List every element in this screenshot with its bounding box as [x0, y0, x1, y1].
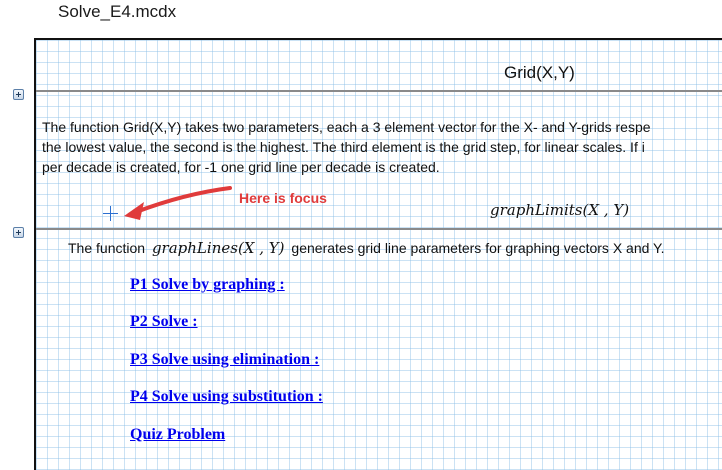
region-separator — [36, 90, 722, 92]
math-function-name: graphLines — [151, 239, 238, 257]
text-segment: generates grid line parameters for graph… — [291, 240, 665, 256]
link-p2-solve[interactable]: P2 Solve : — [130, 313, 198, 331]
region-separator — [36, 228, 722, 230]
description-paragraph: The function Grid(X,Y) takes two paramet… — [42, 117, 722, 177]
math-expression[interactable]: graphLimits(X , Y) — [490, 201, 629, 219]
expand-region-icon[interactable] — [13, 227, 24, 238]
math-arguments: (X , Y) — [582, 201, 630, 219]
math-function-name: graphLimits — [490, 201, 583, 219]
text-segment: The function — [68, 240, 146, 256]
link-p4-solve-substitution[interactable]: P4 Solve using substitution : — [130, 388, 323, 406]
link-quiz-problem[interactable]: Quiz Problem — [130, 426, 225, 444]
focus-cursor-icon — [103, 206, 118, 221]
expand-region-icon[interactable] — [13, 89, 24, 100]
paragraph-line: per decade is created, for -1 one grid l… — [42, 159, 440, 175]
annotation-label: Here is focus — [239, 190, 327, 206]
inline-math-expression[interactable]: graphLines(X , Y) — [152, 239, 285, 257]
paragraph-line: the lowest value, the second is the high… — [42, 139, 645, 155]
left-gutter — [0, 38, 34, 452]
annotation-arrow-icon — [124, 186, 232, 220]
link-p3-solve-elimination[interactable]: P3 Solve using elimination : — [130, 351, 319, 369]
document-tab-title[interactable]: Solve_E4.mcdx — [58, 2, 176, 22]
link-p1-solve-by-graphing[interactable]: P1 Solve by graphing : — [130, 276, 285, 294]
math-arguments: (X , Y) — [237, 239, 285, 257]
paragraph-line: The function Grid(X,Y) takes two paramet… — [42, 119, 651, 135]
graphlines-description: The function graphLines(X , Y) generates… — [68, 239, 664, 257]
region-title: Grid(X,Y) — [504, 63, 575, 82]
